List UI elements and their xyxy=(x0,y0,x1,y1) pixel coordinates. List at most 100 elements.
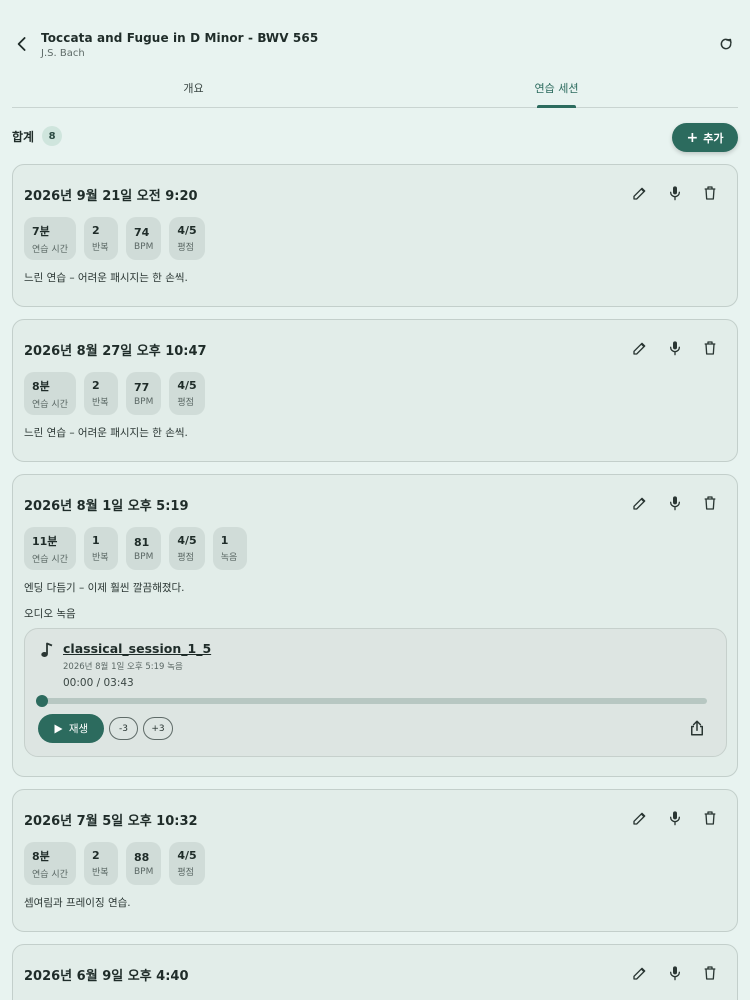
refresh-icon xyxy=(720,38,732,50)
microphone-icon xyxy=(669,340,680,355)
arrow-back-icon xyxy=(17,37,26,51)
stat-value: 2 xyxy=(91,849,100,862)
stat-label: BPM xyxy=(133,241,154,252)
session-date: 2026년 8월 27일 오후 10:47 xyxy=(24,344,207,359)
record-button[interactable] xyxy=(665,183,684,202)
stat-value: 81 xyxy=(133,535,150,549)
session-date: 2026년 8월 1일 오후 5:19 xyxy=(24,499,189,514)
skip-forward-button[interactable]: +3 xyxy=(143,717,173,740)
stat-label: 평점 xyxy=(177,398,194,408)
total-label: 합계 xyxy=(12,129,35,144)
stat-rating: 4/5 평점 xyxy=(169,372,205,415)
delete-button[interactable] xyxy=(700,963,719,982)
play-button[interactable]: 재생 xyxy=(38,714,104,743)
add-button-label: 추가 xyxy=(703,131,724,145)
plus-icon: + xyxy=(686,129,699,146)
session-note: 셈여림과 프레이징 연습. xyxy=(24,897,131,909)
active-tab-indicator xyxy=(537,105,576,108)
stat-label: 반복 xyxy=(91,243,109,253)
stat-reps: 2 반복 xyxy=(83,842,118,885)
stat-rating: 4/5 평점 xyxy=(169,527,205,570)
delete-button[interactable] xyxy=(700,338,719,357)
stat-value: 2 xyxy=(91,379,100,392)
session-note: 느린 연습 – 어려운 패시지는 한 손씩. xyxy=(24,272,188,284)
record-button[interactable] xyxy=(665,338,684,357)
refresh-button[interactable] xyxy=(714,32,738,56)
card-actions xyxy=(630,338,719,357)
playback-time: 00:00 / 03:43 xyxy=(63,677,134,689)
session-card[interactable]: 2026년 8월 1일 오후 5:19 11분연습 시간 1 반복 81 BPM 4… xyxy=(12,474,738,777)
stats-row: 7분 연습 시간 2 반복 74 BPM 4/5 평점 xyxy=(24,217,205,260)
edit-button[interactable] xyxy=(630,963,649,982)
trash-icon xyxy=(704,340,715,355)
session-date: 2026년 9월 21일 오전 9:20 xyxy=(24,189,198,204)
stat-bpm: 74 BPM xyxy=(125,217,162,260)
recording-name-link[interactable]: classical_session_1_5 xyxy=(63,641,211,656)
stat-label: 연습 시간 xyxy=(32,869,68,880)
card-actions xyxy=(630,493,719,512)
stat-value: 11분 xyxy=(32,534,58,548)
tab-overview[interactable]: 개요 xyxy=(12,78,375,108)
back-button[interactable] xyxy=(10,32,34,56)
seek-slider[interactable] xyxy=(36,695,707,707)
share-icon[interactable] xyxy=(688,719,706,737)
session-card[interactable]: 2026년 7월 5일 오후 10:32 8분 연습 시간 2 반복 88 BPM 4… xyxy=(12,789,738,932)
play-icon xyxy=(54,724,63,733)
stat-label: BPM xyxy=(133,396,154,407)
session-card[interactable]: 2026년 6월 9일 오후 4:40 xyxy=(12,944,738,1000)
stat-label: 녹음 xyxy=(220,553,238,563)
stat-value: 8분 xyxy=(32,379,50,393)
pencil-icon xyxy=(632,967,645,980)
card-actions xyxy=(630,183,719,202)
stat-value: 88 xyxy=(133,850,150,864)
stat-label: 연습 시간 xyxy=(32,244,68,255)
recording-date: 2026년 8월 1일 오후 5:19 녹음 xyxy=(63,662,183,672)
pencil-icon xyxy=(632,812,645,825)
stat-value: 4/5 xyxy=(177,849,197,862)
stat-value: 4/5 xyxy=(177,534,197,547)
record-button[interactable] xyxy=(665,963,684,982)
add-session-button[interactable]: + 추가 xyxy=(672,123,738,152)
music-note-icon xyxy=(41,642,53,657)
stat-label: 반복 xyxy=(91,553,109,563)
delete-button[interactable] xyxy=(700,183,719,202)
session-card[interactable]: 2026년 9월 21일 오전 9:20 7분 연습 시간 2 반복 74 BPM 4… xyxy=(12,164,738,307)
microphone-icon xyxy=(669,810,680,825)
stat-reps: 2 반복 xyxy=(83,372,118,415)
pencil-icon xyxy=(632,342,645,355)
edit-button[interactable] xyxy=(630,493,649,512)
edit-button[interactable] xyxy=(630,808,649,827)
stat-practice-time: 8분 연습 시간 xyxy=(24,842,76,885)
edit-button[interactable] xyxy=(630,183,649,202)
skip-back-button[interactable]: -3 xyxy=(109,717,138,740)
stat-reps: 1 반복 xyxy=(83,527,118,570)
edit-button[interactable] xyxy=(630,338,649,357)
card-actions xyxy=(630,963,719,982)
stat-label: 연습 시간 xyxy=(32,554,68,565)
stat-label: BPM xyxy=(133,866,154,877)
audio-player: classical_session_1_5 2026년 8월 1일 오후 5:1… xyxy=(24,628,727,757)
stat-label: 평점 xyxy=(177,553,194,563)
pencil-icon xyxy=(632,187,645,200)
delete-button[interactable] xyxy=(700,493,719,512)
trash-icon xyxy=(704,810,715,825)
stats-row: 8분 연습 시간 2 반복 77 BPM 4/5 평점 xyxy=(24,372,205,415)
session-note: 엔딩 다듬기 – 이제 훨씬 깔끔해졌다. xyxy=(24,582,185,594)
tab-practice-sessions[interactable]: 연습 세션 xyxy=(375,78,738,108)
delete-button[interactable] xyxy=(700,808,719,827)
stats-row: 8분 연습 시간 2 반복 88 BPM 4/5 평점 xyxy=(24,842,205,885)
stat-value: 77 xyxy=(133,380,150,394)
pencil-icon xyxy=(632,497,645,510)
record-button[interactable] xyxy=(665,808,684,827)
stat-label: BPM xyxy=(133,551,154,562)
stat-label: 반복 xyxy=(91,398,109,408)
title-block: Toccata and Fugue in D Minor - BWV 565 J… xyxy=(41,31,318,59)
seek-thumb[interactable] xyxy=(36,695,48,707)
session-card[interactable]: 2026년 8월 27일 오후 10:47 8분 연습 시간 2 반복 77 BPM … xyxy=(12,319,738,462)
session-date: 2026년 6월 9일 오후 4:40 xyxy=(24,969,189,984)
stat-label: 평점 xyxy=(177,243,194,253)
card-actions xyxy=(630,808,719,827)
record-button[interactable] xyxy=(665,493,684,512)
stat-label: 반복 xyxy=(91,868,109,878)
stat-value: 1 xyxy=(91,534,100,547)
